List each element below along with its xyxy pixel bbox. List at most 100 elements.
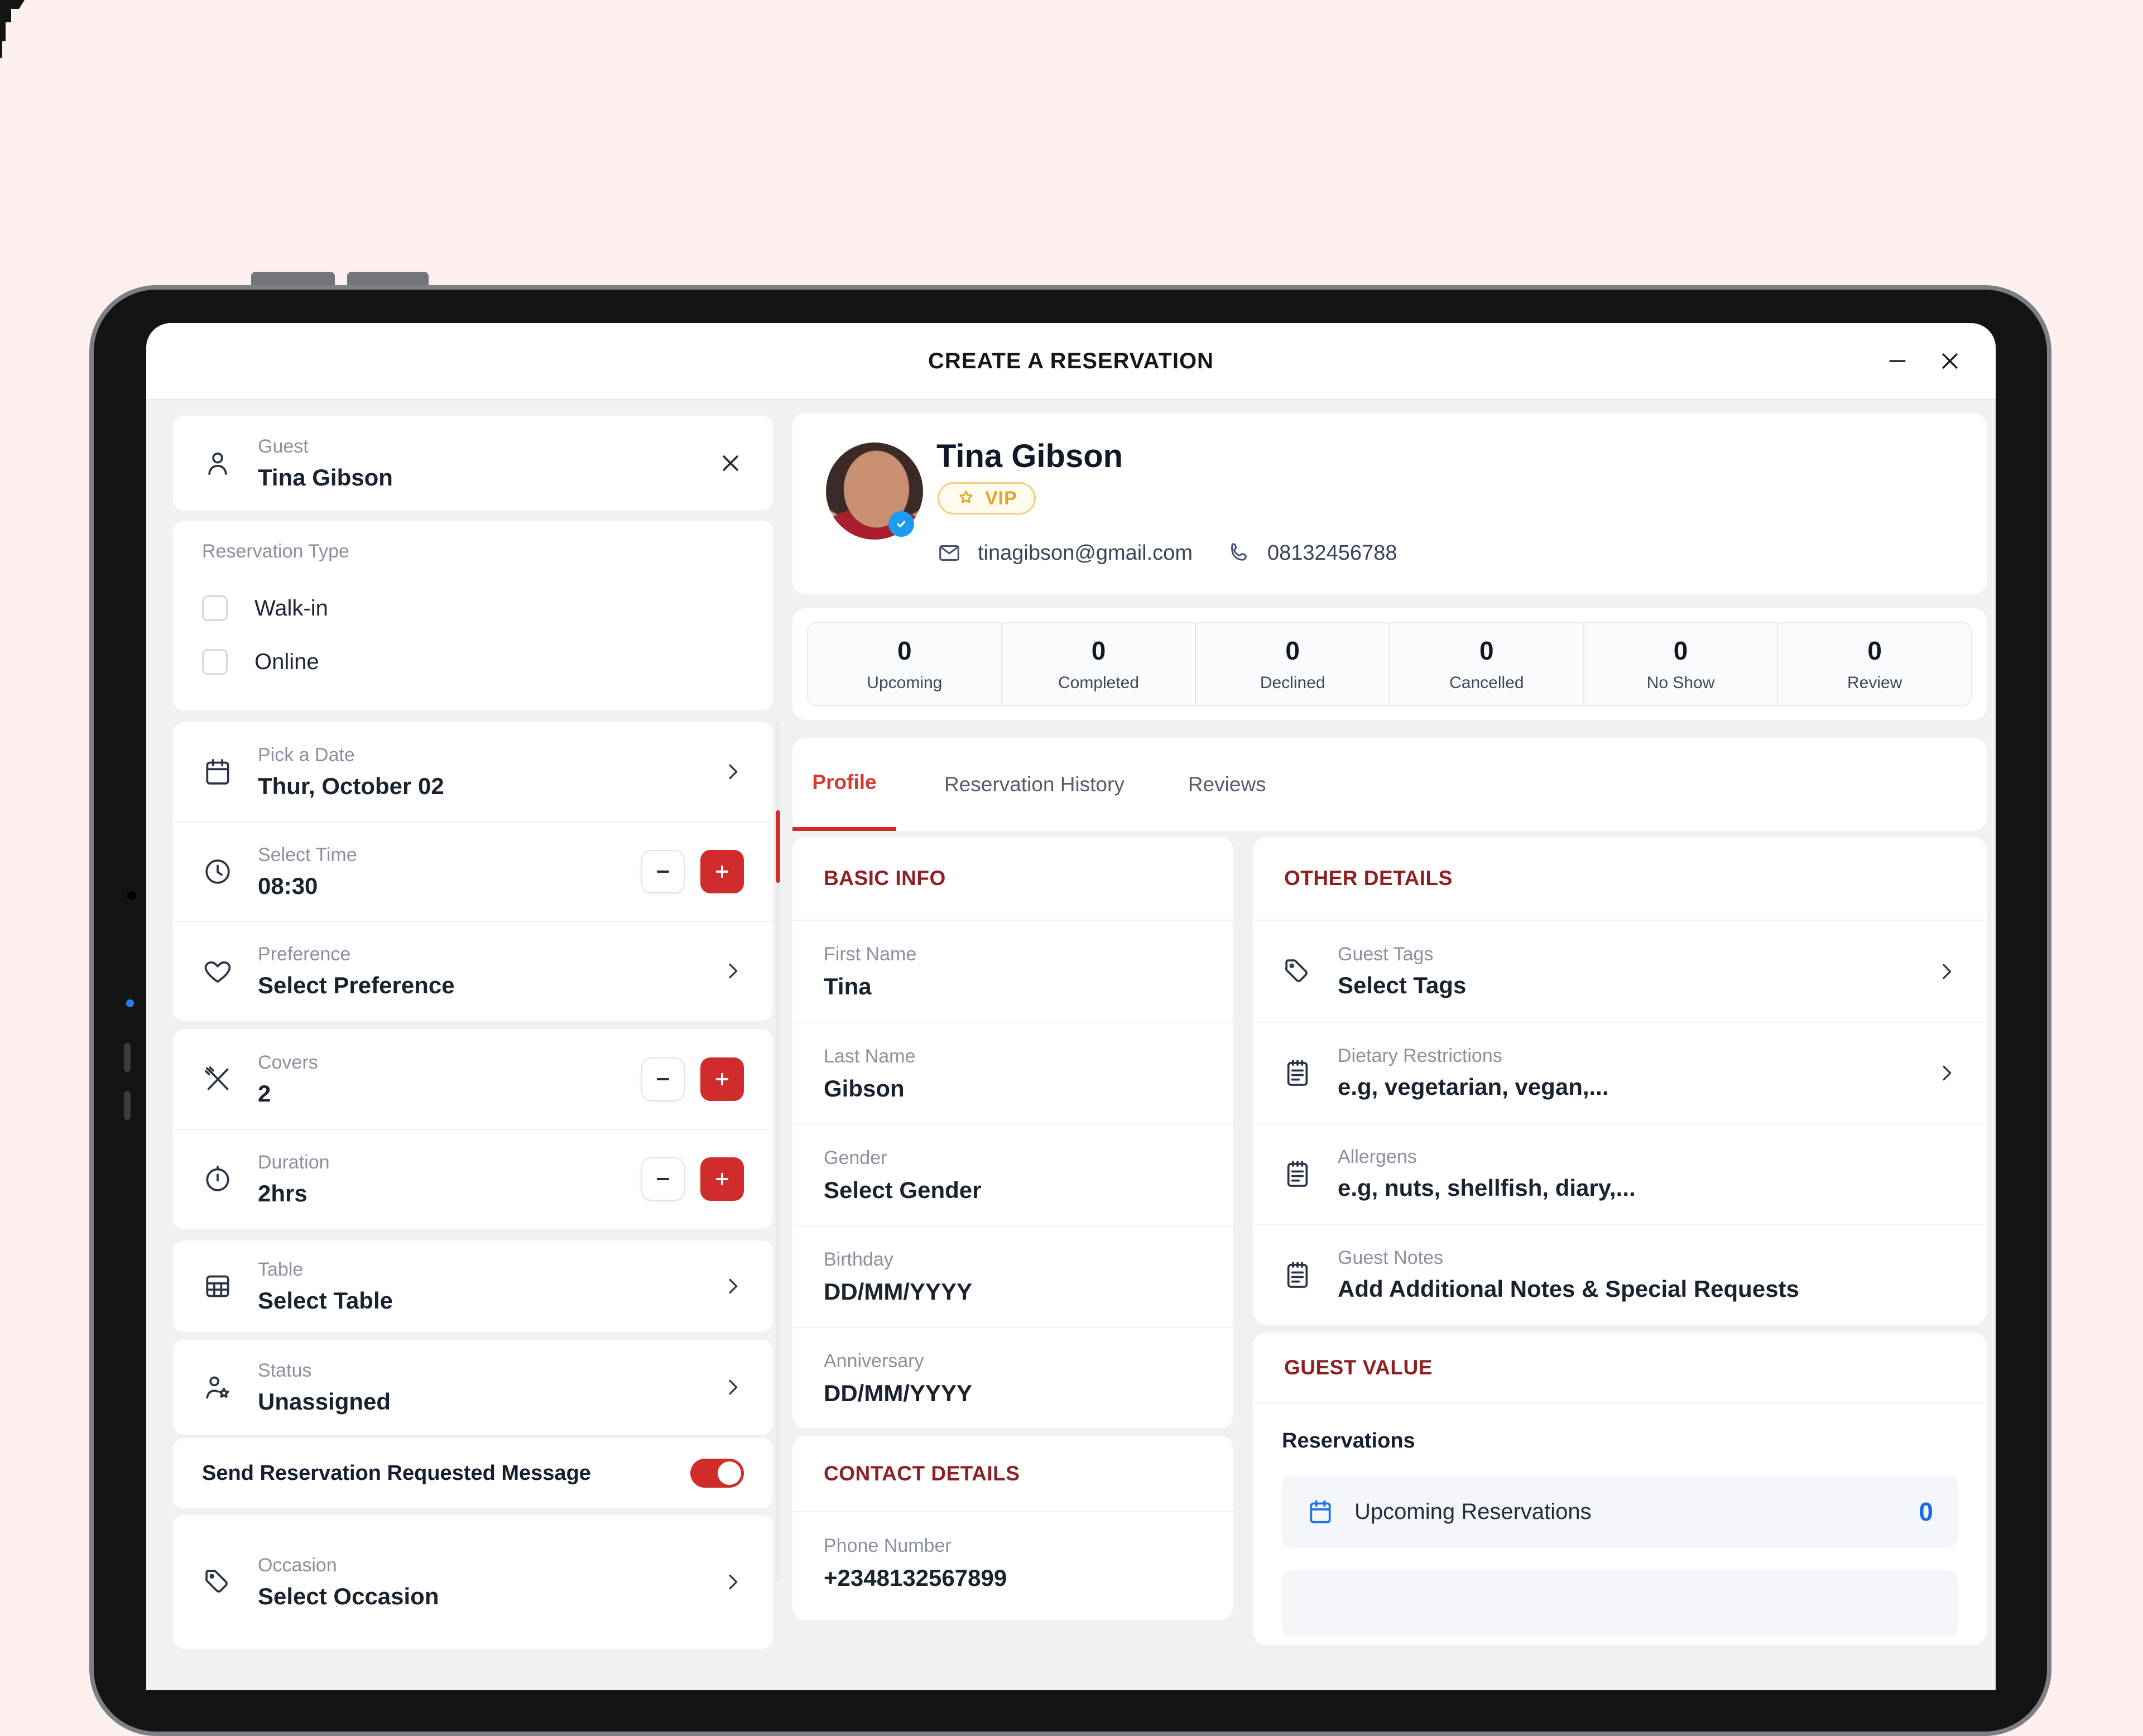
- tab-reservation-history[interactable]: Reservation History: [944, 738, 1125, 831]
- clock-icon: [202, 856, 233, 887]
- guest-value-card: GUEST VALUE Reservations Upcoming Reserv…: [1253, 1333, 1987, 1645]
- status-row[interactable]: Status Unassigned: [173, 1340, 773, 1435]
- mail-icon: [939, 545, 959, 561]
- pick-date-row[interactable]: Pick a Date Thur, October 02: [173, 722, 773, 821]
- field-value: DD/MM/YYYY: [824, 1379, 973, 1406]
- guest-card: Guest Tina Gibson: [173, 416, 773, 511]
- minimize-button[interactable]: [1884, 348, 1911, 374]
- covers-decrease-button[interactable]: [641, 1057, 685, 1101]
- last-name-field[interactable]: Last Name Gibson: [792, 1022, 1233, 1124]
- field-label: Dietary Restrictions: [1338, 1045, 1502, 1066]
- covers-label: Covers: [258, 1051, 318, 1073]
- tablet-sensor: [124, 1091, 131, 1120]
- covers-duration-card: Covers 2 Duration 2hrs: [173, 1030, 773, 1229]
- covers-increase-button[interactable]: [700, 1057, 744, 1101]
- sidebar-scrollbar-thumb[interactable]: [776, 810, 780, 883]
- chevron-right-icon: [722, 960, 744, 982]
- field-label: Guest Tags: [1338, 944, 1434, 965]
- gender-field[interactable]: Gender Select Gender: [792, 1124, 1233, 1225]
- tag-icon: [1282, 956, 1313, 987]
- field-value: Add Additional Notes & Special Requests: [1338, 1276, 1799, 1302]
- close-window-button[interactable]: [1937, 348, 1963, 374]
- field-label: Last Name: [824, 1045, 916, 1067]
- preference-label: Preference: [258, 943, 351, 965]
- tablet-volume-button: [251, 272, 335, 286]
- field-label: First Name: [824, 943, 917, 965]
- duration-increase-button[interactable]: [700, 1157, 744, 1201]
- duration-decrease-button[interactable]: [641, 1157, 685, 1201]
- chevron-right-icon: [722, 1275, 744, 1297]
- stats-card: 0 Upcoming 0 Completed 0 Declined 0 Canc…: [792, 608, 1987, 720]
- contact-details-card: CONTACT DETAILS Phone Number +2348132567…: [792, 1436, 1233, 1620]
- stat-label: Declined: [1260, 674, 1325, 692]
- upcoming-reservations-row[interactable]: Upcoming Reservations 0: [1282, 1475, 1958, 1548]
- chevron-right-icon: [722, 761, 744, 783]
- field-value: Select Gender: [824, 1176, 982, 1203]
- vip-label: VIP: [985, 487, 1017, 509]
- titlebar: CREATE A RESERVATION: [146, 323, 1996, 400]
- field-label: Phone Number: [824, 1535, 952, 1556]
- preference-row[interactable]: Preference Select Preference: [173, 921, 773, 1020]
- occasion-row[interactable]: Occasion Select Occasion: [173, 1515, 773, 1649]
- online-option[interactable]: Online: [173, 635, 773, 689]
- stat-value: 0: [1091, 636, 1106, 665]
- online-checkbox[interactable]: [202, 649, 228, 675]
- occasion-value: Select Occasion: [258, 1583, 439, 1609]
- field-value: DD/MM/YYYY: [824, 1278, 973, 1305]
- vip-badge: VIP: [938, 482, 1036, 514]
- stat-value: 0: [897, 636, 912, 665]
- stat-completed: 0 Completed: [1001, 623, 1195, 705]
- calendar-icon: [202, 756, 233, 787]
- table-row[interactable]: Table Select Table: [173, 1240, 773, 1332]
- guest-notes-row[interactable]: Guest Notes Add Additional Notes & Speci…: [1253, 1224, 1987, 1325]
- phone-number-field[interactable]: Phone Number +2348132567899: [792, 1512, 1233, 1614]
- contact-details-title: CONTACT DETAILS: [792, 1436, 1233, 1512]
- send-message-label: Send Reservation Requested Message: [202, 1461, 591, 1485]
- other-details-card: OTHER DETAILS Guest Tags Select Tags Die…: [1253, 837, 1987, 1325]
- preference-value: Select Preference: [258, 972, 455, 998]
- tablet-volume-button: [347, 272, 429, 286]
- plus-icon: [715, 1172, 729, 1186]
- notepad-icon: [1282, 1259, 1313, 1291]
- profile-header-card: Tina Gibson VIP tinagibson@gmail.com 081…: [792, 413, 1987, 594]
- clear-guest-button[interactable]: [717, 450, 744, 477]
- send-message-toggle[interactable]: [690, 1459, 744, 1488]
- dietary-restrictions-row[interactable]: Dietary Restrictions e.g, vegetarian, ve…: [1253, 1022, 1987, 1123]
- first-name-field[interactable]: First Name Tina: [792, 921, 1233, 1022]
- status-card: Status Unassigned: [173, 1340, 773, 1435]
- stat-label: Upcoming: [867, 674, 943, 692]
- stat-value: 0: [1673, 636, 1688, 665]
- screenshot-glitch-artifact: [0, 0, 25, 58]
- close-icon: [723, 455, 738, 471]
- birthday-field[interactable]: Birthday DD/MM/YYYY: [792, 1225, 1233, 1327]
- phone-item: 08132456788: [1226, 540, 1397, 566]
- tablet-sensor: [124, 1043, 131, 1072]
- duration-label: Duration: [258, 1151, 330, 1173]
- chevron-right-icon: [1935, 1062, 1958, 1084]
- walkin-checkbox[interactable]: [202, 595, 228, 621]
- select-time-row: Select Time 08:30: [173, 821, 773, 921]
- tab-profile[interactable]: Profile: [792, 738, 896, 831]
- plus-icon: [715, 1073, 729, 1086]
- guest-value-title: GUEST VALUE: [1253, 1333, 1987, 1403]
- field-value: Tina: [824, 973, 872, 999]
- allergens-row[interactable]: Allergens e.g, nuts, shellfish, diary,..…: [1253, 1123, 1987, 1224]
- stat-declined: 0 Declined: [1195, 623, 1389, 705]
- upcoming-reservations-count: 0: [1919, 1497, 1933, 1526]
- next-reservations-row[interactable]: [1282, 1570, 1958, 1637]
- time-label: Select Time: [258, 844, 357, 865]
- walkin-label: Walk-in: [254, 595, 328, 621]
- time-decrease-button[interactable]: [641, 850, 685, 893]
- stats-strip: 0 Upcoming 0 Completed 0 Declined 0 Canc…: [807, 622, 1972, 706]
- walkin-option[interactable]: Walk-in: [173, 581, 773, 635]
- field-label: Guest Notes: [1338, 1247, 1443, 1268]
- chevron-right-icon: [722, 1376, 744, 1398]
- basic-info-card: BASIC INFO First Name Tina Last Name Gib…: [792, 837, 1233, 1429]
- tab-bar: Profile Reservation History Reviews: [792, 738, 1987, 831]
- anniversary-field[interactable]: Anniversary DD/MM/YYYY: [792, 1327, 1233, 1429]
- tab-reviews[interactable]: Reviews: [1188, 738, 1266, 831]
- guest-name: Tina Gibson: [936, 438, 1123, 474]
- guest-tags-row[interactable]: Guest Tags Select Tags: [1253, 921, 1987, 1022]
- app-window: CREATE A RESERVATION Guest Tina Gibson R…: [146, 323, 1996, 1690]
- time-increase-button[interactable]: [700, 850, 744, 893]
